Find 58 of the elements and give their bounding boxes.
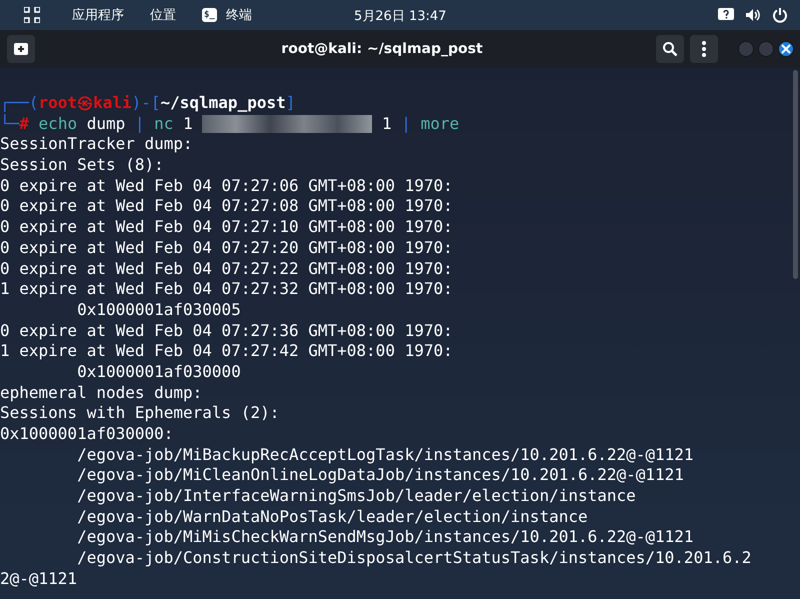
- search-icon: [662, 41, 678, 57]
- output-line: /egova-job/MiCleanOnlineLogDataJob/instances/10.201.6.22@-@1121: [76, 465, 685, 486]
- output-line: ephemeral nodes dump:: [0, 382, 204, 404]
- prompt-frame: ┌──(: [0, 93, 39, 112]
- scrollbar[interactable]: [793, 70, 798, 279]
- command-word: nc: [154, 114, 174, 133]
- output-line: /egova-job/ConstructionSiteDisposalcertStatusTask/instances/10.201.6.2: [76, 548, 752, 569]
- output-line: /egova-job/MiMisCheckWarnSendMsgJob/instances/10.201.6.22@-@1121: [76, 527, 695, 548]
- prompt-frame: └─: [0, 114, 20, 133]
- window-title: root@kali: ~/sqlmap_post: [280, 41, 484, 57]
- output-line: 0x1000001af030000:: [0, 424, 174, 445]
- output-line: 0x1000001af030000: [76, 362, 242, 383]
- prompt-user-host: root: [38, 93, 78, 112]
- terminal-icon[interactable]: $_: [202, 8, 217, 22]
- new-tab-button[interactable]: [7, 35, 35, 63]
- prompt-frame: ]: [286, 93, 296, 112]
- output-line: 2@-@1121: [0, 568, 78, 590]
- search-button[interactable]: [656, 35, 684, 63]
- clock[interactable]: 5月26日 13:47: [354, 7, 446, 25]
- output-line: 0 expire at Wed Feb 04 07:27:22 GMT+08:00 1970:: [0, 258, 454, 280]
- output-line: 0x1000001af030005: [76, 300, 242, 321]
- output-line: 0 expire at Wed Feb 04 07:27:10 GMT+08:00 1970:: [0, 217, 454, 238]
- output-line: /egova-job/WarnDataNoPosTask/leader/election/instance: [76, 506, 589, 528]
- menu-icon: [702, 41, 706, 57]
- command-argument: 1: [382, 114, 392, 133]
- command-argument: dump: [86, 114, 126, 133]
- close-button[interactable]: [778, 41, 794, 57]
- output-line: 0 expire at Wed Feb 04 07:27:06 GMT+08:00 1970:: [0, 176, 454, 196]
- apps-grid-icon[interactable]: [24, 7, 40, 23]
- prompt-frame: )-[: [132, 93, 160, 112]
- output-line: /egova-job/InterfaceWarningSmsJob/leader/election/instance: [76, 486, 637, 507]
- output-line: 0 expire at Wed Feb 04 07:27:08 GMT+08:00 1970:: [0, 196, 454, 218]
- volume-icon[interactable]: [745, 7, 761, 23]
- output-line: /egova-job/MiBackupRecAcceptLogTask/instances/10.201.6.22@-@1121: [76, 444, 695, 466]
- close-icon: [781, 44, 791, 54]
- menu-button[interactable]: [690, 35, 718, 63]
- plus-tab-icon: [14, 42, 28, 56]
- command-word: echo: [38, 114, 78, 133]
- prompt-path: ~/sqlmap_post: [160, 93, 286, 112]
- output-line: SessionTracker dump:: [0, 134, 194, 156]
- output-line: 1 expire at Wed Feb 04 07:27:32 GMT+08:00 1970:: [0, 279, 454, 300]
- output-line: 0 expire at Wed Feb 04 07:27:20 GMT+08:00 1970:: [0, 238, 454, 258]
- app-menu-label[interactable]: 终端: [226, 6, 252, 24]
- output-line: Sessions with Ephemerals (2):: [0, 403, 280, 424]
- output-line: 1 expire at Wed Feb 04 07:27:42 GMT+08:00 1970:: [0, 341, 454, 362]
- prompt-user-host: #: [19, 114, 29, 133]
- prompt-user-host: kali: [93, 93, 132, 112]
- output-line: 0 expire at Wed Feb 04 07:27:36 GMT+08:00 1970:: [0, 320, 454, 342]
- output-line: Session Sets (8):: [0, 155, 165, 176]
- power-icon[interactable]: [772, 7, 788, 23]
- command-argument: 1: [183, 114, 193, 133]
- command-word: more: [420, 114, 460, 133]
- pipe-symbol: |: [134, 114, 145, 133]
- prompt-user-host: ㉿: [77, 93, 94, 112]
- menu-item[interactable]: 应用程序: [72, 6, 124, 24]
- pipe-symbol: |: [401, 114, 411, 133]
- menu-item[interactable]: 位置: [150, 6, 176, 24]
- help-icon[interactable]: [718, 8, 734, 22]
